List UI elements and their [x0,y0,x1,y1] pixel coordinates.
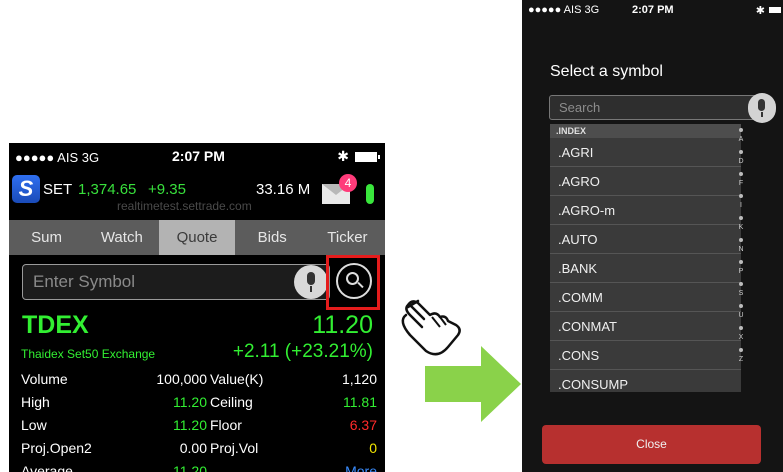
carrier-label: ●●●●● AIS 3G [15,150,100,165]
tab-watch[interactable]: Watch [84,220,159,255]
index-dot [739,194,743,198]
stat-value: 6.37 [349,417,377,433]
quote-symbol: TDEX [22,311,89,339]
index-dot [739,260,743,264]
stat-value: 1,120 [341,371,377,387]
stat-value: 100,000 [156,371,207,387]
battery-icon [769,7,781,13]
alphabet-index[interactable]: A D F I K N P S U X Z [734,124,748,379]
stat-label: Value(K) [210,371,264,387]
tab-bar: Sum Watch Quote Bids Ticker [9,220,385,255]
list-item[interactable]: .AGRO [550,167,741,196]
index-letter[interactable]: X [734,334,748,341]
tab-ticker[interactable]: Ticker [310,220,385,255]
list-item[interactable]: .COMM [550,283,741,312]
stat-label: High [21,394,50,410]
index-change: +9.35 [148,181,186,198]
index-dot [739,128,743,132]
clock: 2:07 PM [172,148,225,164]
symbol-search-row: Enter Symbol [9,255,385,310]
index-dot [739,304,743,308]
stat-value: 11.81 [343,394,377,410]
stat-label: Proj.Open2 [21,440,92,456]
stat-label: Low [21,417,47,433]
stat-label: Floor [210,417,242,433]
stat-value: 0.00 [179,440,207,456]
list-item[interactable]: .BANK [550,254,741,283]
symbol-input[interactable]: Enter Symbol [22,264,330,300]
quote-stat-row: Low 11.20 Floor 6.37 [21,417,377,438]
index-dot [739,238,743,242]
bluetooth-icon: ✱ [755,5,765,17]
index-value: 1,374.65 [78,181,137,198]
index-letter[interactable]: P [734,268,748,275]
tab-quote[interactable]: Quote [159,220,235,255]
quote-last-price: 11.20 [312,311,373,339]
list-section-header: .INDEX [550,124,741,138]
bluetooth-icon: ✱ [337,148,349,164]
stat-value: 11.20 [173,463,207,472]
index-letter[interactable]: I [734,202,748,209]
dialog-title: Select a symbol [550,63,663,80]
market-ticker: S SET 1,374.65 +9.35 33.16 M 4 realtimet… [9,171,385,213]
list-item[interactable]: .AGRO-m [550,196,741,225]
server-host: realtimetest.settrade.com [117,199,252,213]
stat-label: Average [21,463,73,472]
index-letter[interactable]: U [734,312,748,319]
stat-label: Proj.Vol [210,440,259,456]
right-phone-screen: ●●●●● AIS 3G 2:07 PM ✱ Select a symbol S… [522,0,783,472]
quote-stat-row: Volume 100,000 Value(K) 1,120 [21,371,377,392]
index-dot [739,282,743,286]
close-button[interactable]: Close [542,425,761,464]
tab-bids[interactable]: Bids [235,220,310,255]
index-dot [739,216,743,220]
index-dot [739,172,743,176]
battery-icon [355,152,380,162]
stat-label: Volume [21,371,68,387]
stat-label: Ceiling [210,394,253,410]
status-bar: ●●●●● AIS 3G 2:07 PM ✱ [9,143,385,171]
index-letter[interactable]: F [734,180,748,187]
search-highlight-box [326,255,380,310]
index-letter[interactable]: A [734,136,748,143]
symbol-list: .INDEX .AGRI .AGRO .AGRO-m .AUTO .BANK .COMM.… [550,124,741,392]
app-logo-icon[interactable]: S [12,175,40,203]
carrier-label: ●●●●● AIS 3G [528,4,600,16]
index-letter[interactable]: K [734,224,748,231]
more-link[interactable]: More [345,463,377,472]
clock: 2:07 PM [632,4,674,16]
list-item[interactable]: .AGRI [550,138,741,167]
index-label: SET [43,181,73,198]
microphone-icon[interactable] [748,93,776,123]
connection-status-indicator [366,184,374,204]
quote-stat-row: Average 11.20 More [21,463,377,472]
tab-sum[interactable]: Sum [9,220,84,255]
notification-badge: 4 [339,174,357,192]
index-dot [739,326,743,330]
list-item[interactable]: .CONS [550,341,741,370]
status-bar: ●●●●● AIS 3G 2:07 PM ✱ [522,0,783,22]
left-phone-screen: ●●●●● AIS 3G 2:07 PM ✱ S SET 1,374.65 +9… [9,143,385,472]
list-item[interactable]: .AUTO [550,225,741,254]
index-letter[interactable]: Z [734,356,748,363]
search-input[interactable]: Search [549,95,760,120]
stat-value: 11.20 [173,417,207,433]
stat-value: 0 [369,440,377,456]
quote-change: +2.11 (+23.21%) [232,341,373,362]
index-dot [739,150,743,154]
index-dot [739,348,743,352]
index-letter[interactable]: S [734,290,748,297]
quote-stat-row: Proj.Open2 0.00 Proj.Vol 0 [21,440,377,461]
stat-value: 11.20 [173,394,207,410]
flow-arrow-icon [425,346,521,422]
index-letter[interactable]: D [734,158,748,165]
list-item[interactable]: .CONMAT [550,312,741,341]
quote-company-name: Thaidex Set50 Exchange [21,347,156,361]
index-letter[interactable]: N [734,246,748,253]
microphone-icon[interactable] [294,265,328,299]
list-item[interactable]: .CONSUMP [550,370,741,392]
index-volume: 33.16 M [256,181,311,198]
quote-stat-row: High 11.20 Ceiling 11.81 [21,394,377,415]
